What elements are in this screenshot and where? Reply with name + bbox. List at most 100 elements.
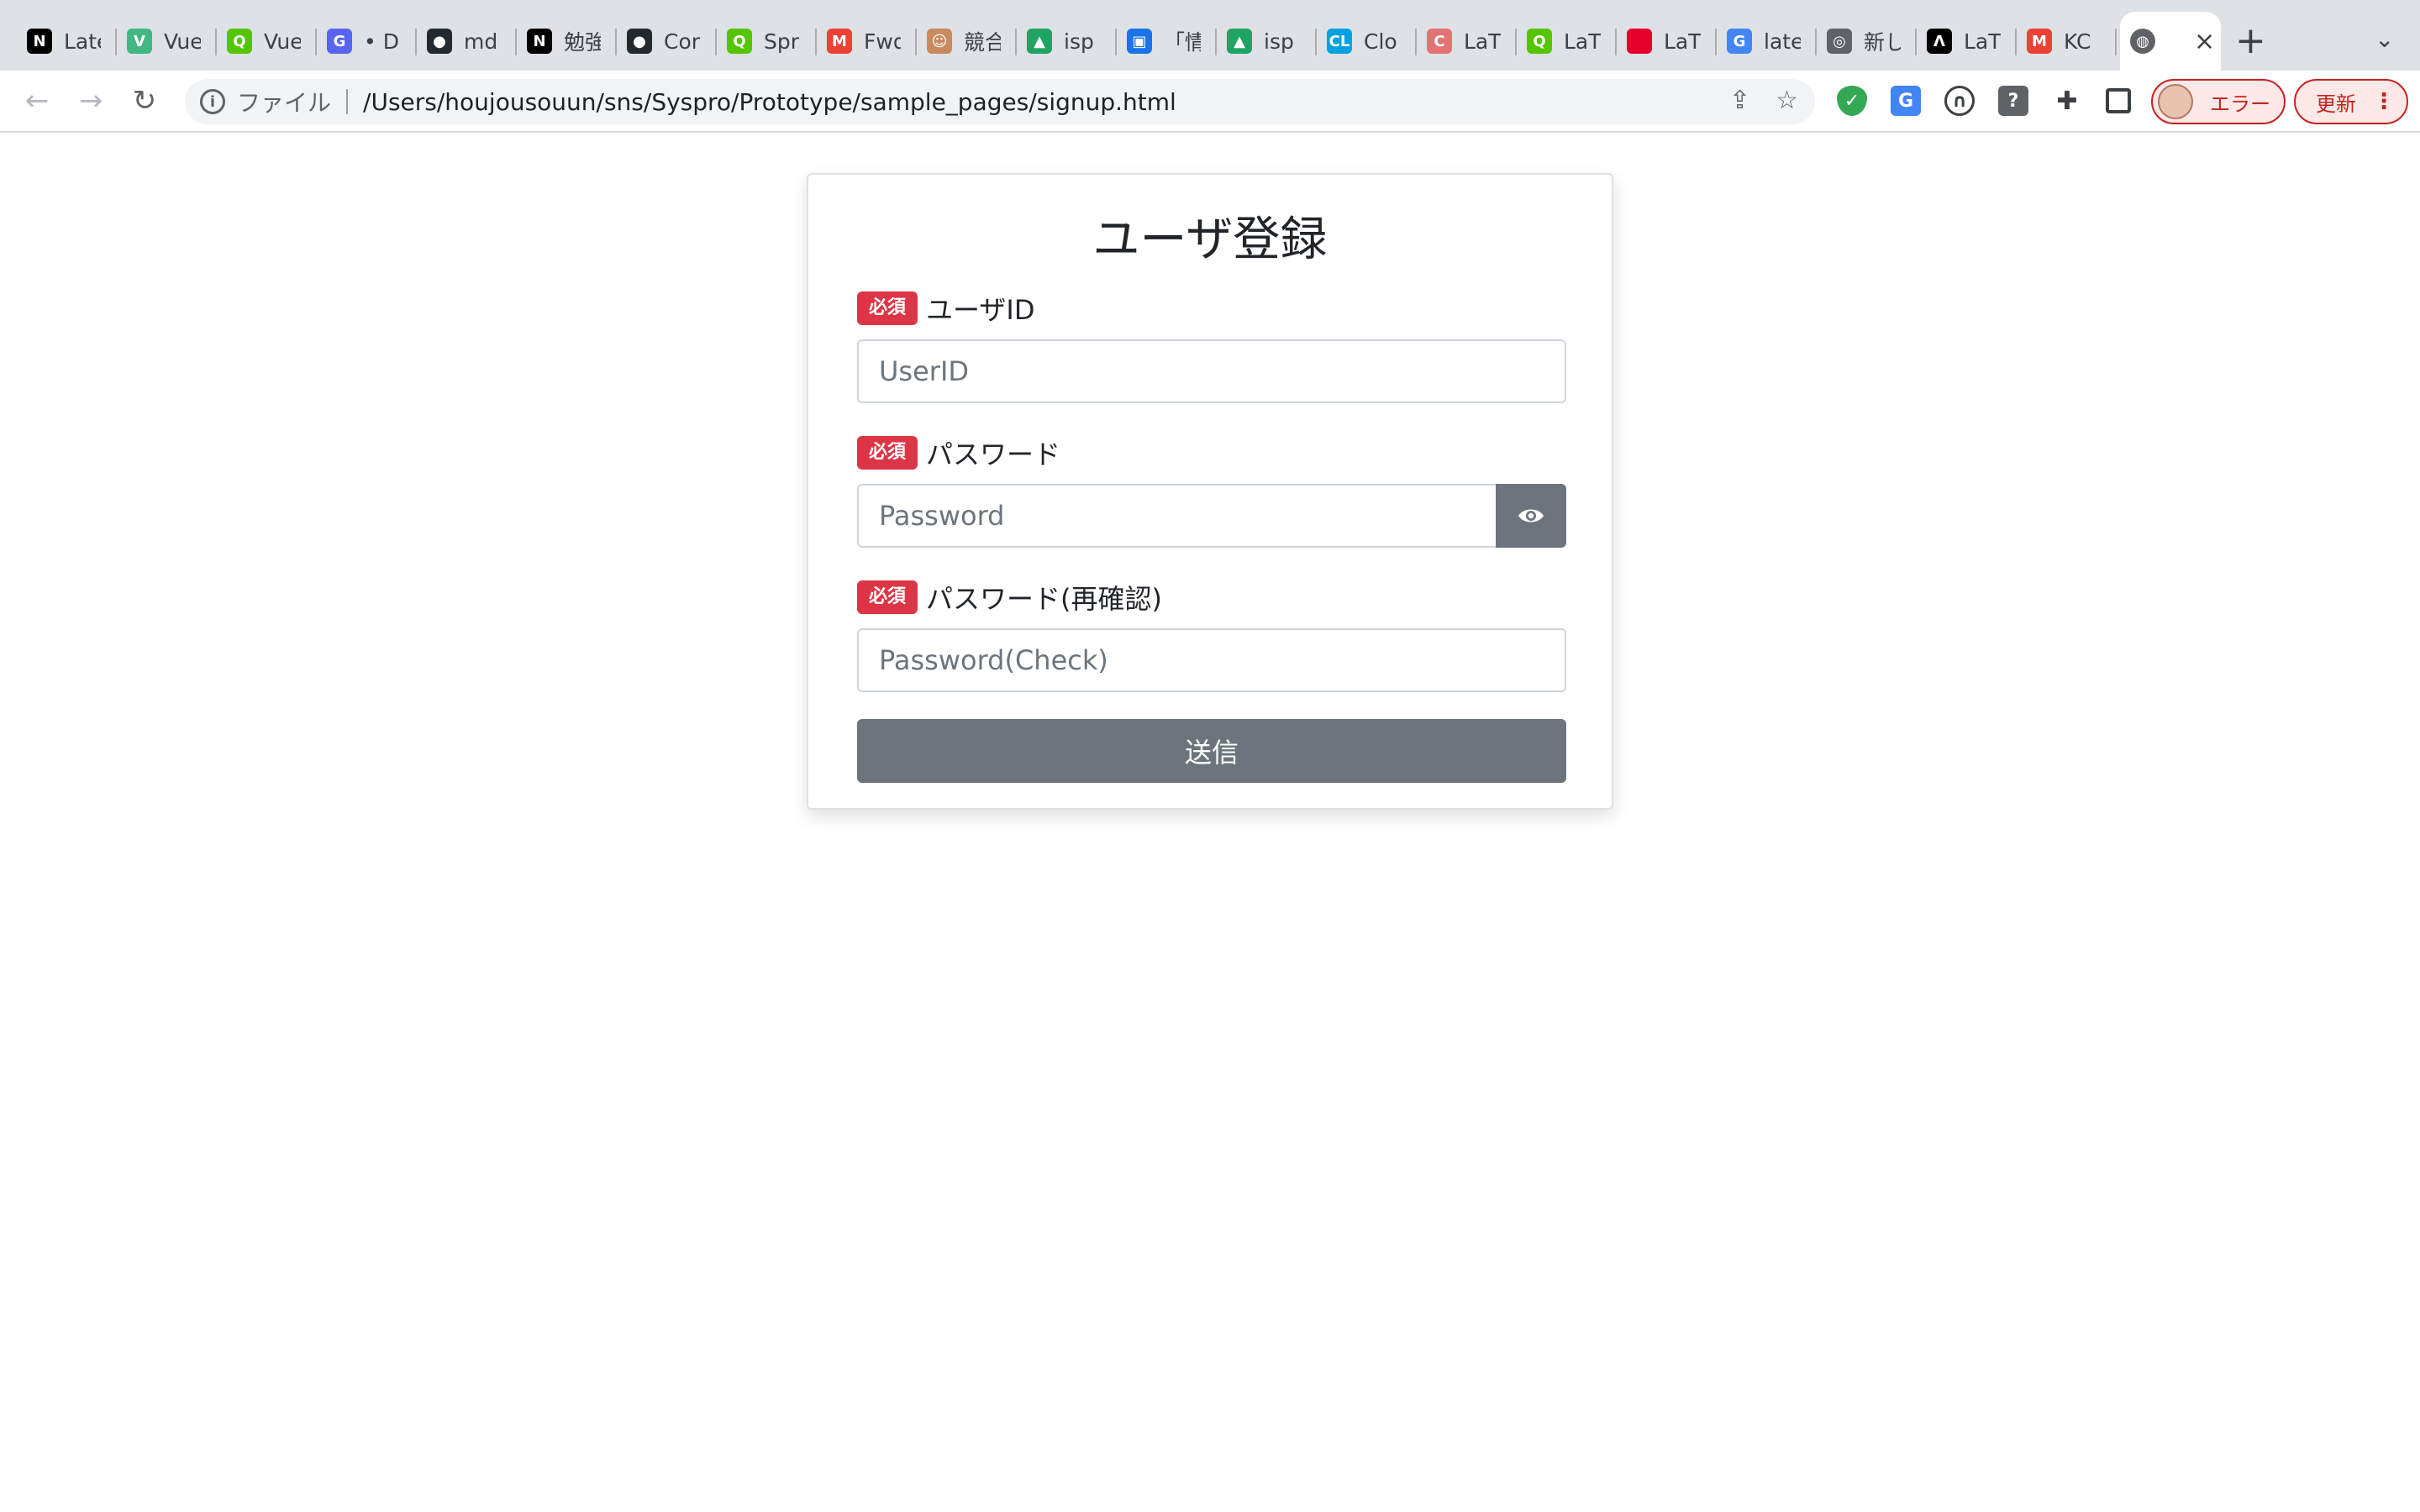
profile-error-label: エラー	[2210, 92, 2270, 116]
headphones-extension-icon[interactable]: ∩	[1944, 86, 1975, 116]
update-button[interactable]: 更新 ⋮	[2294, 79, 2408, 124]
github-icon: ●	[427, 29, 452, 54]
qiita-icon: Q	[227, 29, 252, 54]
user-id-label-row: 必須 ユーザID	[857, 289, 1034, 328]
new-tab-button[interactable]: +	[2235, 20, 2266, 62]
address-bar[interactable]: i ファイル /Users/houjousouun/sns/Syspro/Pro…	[185, 79, 1815, 124]
side-panel-icon[interactable]	[2106, 88, 2131, 113]
url-text[interactable]: /Users/houjousouun/sns/Syspro/Prototype/…	[363, 88, 1176, 116]
browser-tab[interactable]: M Fwd	[817, 12, 917, 71]
password-check-input[interactable]	[857, 628, 1566, 692]
tab-title: Spr	[764, 29, 800, 54]
tab-title: 「情	[1164, 30, 1201, 55]
chrome-icon: ◎	[1827, 29, 1852, 54]
qiita-icon: Q	[1527, 29, 1552, 54]
tab-title: 勉強	[564, 30, 601, 55]
browser-tab[interactable]: ● Cor	[617, 12, 717, 71]
tab-title: KC	[2064, 29, 2091, 54]
signup-card: ユーザ登録 必須 ユーザID 必須 パスワード 必須 パスワード(再確認) 送信	[807, 173, 1613, 810]
tab-title: isp	[1064, 29, 1094, 54]
active-browser-tab[interactable]: ◍ ×	[2120, 12, 2221, 71]
omnibox-divider	[346, 89, 349, 114]
tab-title: • Di	[364, 29, 401, 54]
required-badge: 必須	[857, 580, 918, 614]
browser-tab[interactable]: ▲ isp	[1017, 12, 1117, 71]
tab-title: LaT	[1564, 29, 1601, 54]
gmail-icon: M	[827, 29, 852, 54]
update-label: 更新	[2316, 92, 2356, 116]
tab-title: md	[464, 29, 498, 54]
kebab-menu-icon: ⋮	[2373, 89, 2395, 114]
tab-title: Clo	[1364, 29, 1397, 54]
page-title: ユーザ登録	[1092, 213, 1328, 267]
overleaf-icon: Λ	[1927, 29, 1952, 54]
password-label-row: 必須 パスワード	[857, 433, 1060, 472]
browser-tab[interactable]: ▲ isp	[1217, 12, 1317, 71]
help-extension-icon[interactable]: ?	[1998, 86, 2028, 116]
tab-title: Vue	[164, 29, 201, 54]
user-id-input[interactable]	[857, 339, 1566, 403]
tab-search-chevron-icon[interactable]: ⌄	[2375, 25, 2394, 53]
browser-tab[interactable]: Q LaT	[1517, 12, 1617, 71]
browser-tab[interactable]: Q Spr	[717, 12, 817, 71]
share-icon[interactable]: ⇪	[1729, 86, 1750, 115]
gmail-icon: M	[2027, 29, 2052, 54]
password-check-label: パスワード(再確認)	[926, 583, 1162, 615]
password-label: パスワード	[926, 438, 1061, 470]
browser-tab[interactable]: Λ LaT	[1917, 12, 2017, 71]
tab-title: LaT	[1964, 29, 2001, 54]
close-tab-icon[interactable]: ×	[2194, 27, 2215, 56]
browser-tab[interactable]: ● md	[417, 12, 517, 71]
submit-button[interactable]: 送信	[857, 719, 1566, 783]
cite-icon: C	[1427, 29, 1452, 54]
browser-tab[interactable]: ▣ 「情	[1117, 12, 1217, 71]
reload-icon[interactable]: ↻	[126, 82, 163, 119]
scheme-label: ファイル	[237, 89, 332, 117]
browser-tab[interactable]: Glate	[1717, 12, 1817, 71]
avatar-icon: ☺	[927, 29, 952, 54]
back-arrow-icon[interactable]: ←	[18, 82, 55, 119]
browser-tab[interactable]: ◎ 新し	[1817, 12, 1917, 71]
translate-extension-icon[interactable]: G	[1891, 86, 1921, 116]
discord-icon: G	[327, 29, 352, 54]
tab-title: 新し	[1864, 30, 1901, 55]
drive-icon: ▲	[1227, 29, 1252, 54]
browser-tab[interactable]: V Vue	[117, 12, 217, 71]
show-password-button[interactable]	[1496, 484, 1566, 548]
browser-tab[interactable]: Q Vue	[217, 12, 317, 71]
drive-icon: ▲	[1027, 29, 1052, 54]
bookmark-star-icon[interactable]: ☆	[1776, 86, 1798, 115]
google-icon: G	[1727, 29, 1752, 54]
browser-tab[interactable]: LaT	[1617, 12, 1717, 71]
password-input[interactable]	[857, 484, 1497, 548]
tab-title: isp	[1264, 29, 1294, 54]
user-id-label: ユーザID	[926, 294, 1035, 326]
tab-title: LaT	[1664, 29, 1701, 54]
browser-tab[interactable]: G • Di	[317, 12, 417, 71]
profile-button[interactable]: エラー	[2151, 79, 2286, 124]
required-badge: 必須	[857, 291, 918, 325]
browser-tab[interactable]: ☺ 競合	[917, 12, 1017, 71]
avatar	[2158, 84, 2193, 119]
eye-icon	[1518, 509, 1544, 522]
browser-tab[interactable]: M KC	[2017, 12, 2117, 71]
browser-toolbar: ← → ↻ i ファイル /Users/houjousouun/sns/Sysp…	[0, 71, 2420, 133]
puzzle-extensions-icon[interactable]: ✚	[2052, 86, 2082, 116]
tab-title: LaT	[1464, 29, 1501, 54]
browser-tab[interactable]: N Late	[17, 12, 117, 71]
info-icon[interactable]: i	[200, 89, 225, 114]
github-icon: ●	[627, 29, 652, 54]
browser-tab[interactable]: CL Clo	[1317, 12, 1417, 71]
tab-title: Late	[64, 29, 101, 54]
tab-title: late	[1764, 29, 1801, 54]
password-check-label-row: 必須 パスワード(再確認)	[857, 578, 1162, 617]
extension-icons: ✓ G ∩ ? ✚	[1837, 86, 2131, 116]
browser-tab[interactable]: C LaT	[1417, 12, 1517, 71]
omnibox-actions: ⇪ ☆	[1729, 86, 1798, 115]
globe-icon: ◍	[2130, 29, 2155, 54]
browser-tab[interactable]: N 勉強	[517, 12, 617, 71]
browser-tab-strip: N Late V Vue Q Vue G • Di ● md N 勉強 ● Cor Q Spr M Fwd ☺ 競合 ▲…	[0, 0, 2420, 71]
shield-extension-icon[interactable]: ✓	[1837, 86, 1867, 116]
forward-arrow-icon[interactable]: →	[72, 82, 109, 119]
vue-icon: V	[127, 29, 152, 54]
